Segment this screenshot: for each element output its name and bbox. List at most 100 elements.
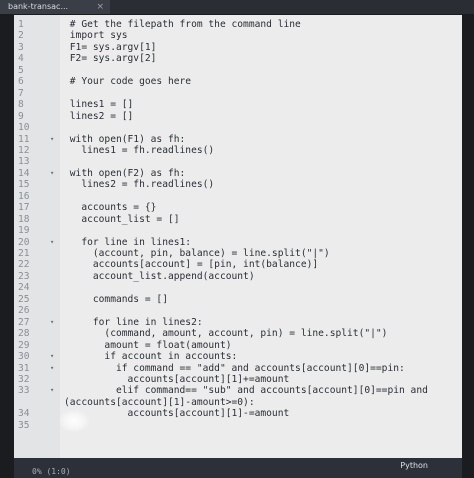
code-line[interactable]: 35 [14,420,462,431]
code-text: if command == "add" and accounts[account… [64,362,405,374]
line-number: 17 [18,202,30,214]
code-line[interactable]: 9 lines2 = [] [14,111,462,122]
line-number: 14 [18,167,30,179]
code-text: commands = [] [64,293,168,305]
fold-arrow-icon[interactable]: ▾ [50,385,54,396]
code-line[interactable]: 24 [14,282,462,293]
code-line[interactable]: 14 ▾ with open(F2) as fh: [14,168,462,179]
code-line[interactable]: 4 F2= sys.argv[2] [14,53,462,64]
code-text: (accounts[account][1]-amount>=0): [64,396,255,408]
code-line[interactable]: 23 account_list.append(account) [14,271,462,282]
code-line[interactable]: 30 ▾ if account in accounts: [14,351,462,362]
code-line[interactable]: 32 accounts[account][1]+=amount [14,374,462,385]
code-text: accounts[account] = [pin, int(balance)] [64,259,319,271]
tab-title: bank-transac... [8,2,69,11]
code-line[interactable]: 6 # Your code goes here [14,76,462,87]
code-line[interactable]: 34 accounts[account][1]-=amount [14,408,462,419]
tab-bank-transactions[interactable]: bank-transac... × [0,0,110,14]
fold-arrow-icon[interactable]: ▾ [50,351,54,362]
line-number: 10 [18,122,30,134]
line-number: 30 [18,351,30,363]
line-number: 35 [18,419,30,431]
code-line[interactable]: 31 ▾ if command == "add" and accounts[acc… [14,363,462,374]
code-line[interactable]: 17 accounts = {} [14,202,462,213]
code-text: accounts[account][1]-=amount [64,408,290,420]
cursor-position: 0% (1:0) [32,467,71,476]
code-line[interactable]: 2 import sys [14,30,462,41]
line-number: 20 [18,236,30,248]
line-number: 19 [18,225,30,237]
code-line[interactable]: 7 [14,88,462,99]
code-line[interactable]: 8 lines1 = [] [14,99,462,110]
line-number: 12 [18,144,30,156]
code-line[interactable]: 16 [14,191,462,202]
code-line[interactable]: 25 commands = [] [14,294,462,305]
code-text: for line in lines2: [64,316,203,328]
code-line[interactable]: 28 (command, amount, account, pin) = lin… [14,328,462,339]
code-line[interactable]: 27 ▾ for line in lines2: [14,317,462,328]
line-number: 6 [18,76,24,88]
line-number: 26 [18,305,30,317]
close-icon[interactable]: × [96,0,104,14]
code-text: account_list = [] [64,213,180,225]
line-number: 5 [18,64,24,76]
fold-arrow-icon[interactable]: ▾ [50,168,54,179]
code-line[interactable]: 18 account_list = [] [14,214,462,225]
code-text: import sys [64,30,128,42]
code-line[interactable]: 12 lines1 = fh.readlines() [14,145,462,156]
code-text: account_list.append(account) [64,270,255,282]
code-line[interactable]: 22 accounts[account] = [pin, int(balance… [14,259,462,270]
tab-bar: bank-transac... × [0,0,474,14]
line-number: 31 [18,362,30,374]
code-text: accounts[account][1]+=amount [64,373,290,385]
line-number: 22 [18,259,30,271]
language-mode[interactable]: Python [400,460,428,472]
code-line[interactable]: (accounts[account][1]-amount>=0): [14,397,462,408]
code-line[interactable]: 13 [14,156,462,167]
line-number: 29 [18,339,30,351]
line-number: 18 [18,213,30,225]
line-number: 24 [18,282,30,294]
code-line[interactable]: 11 ▾ with open(F1) as fh: [14,134,462,145]
fold-arrow-icon[interactable]: ▾ [50,237,54,248]
code-text: (account, pin, balance) = line.split("|"… [64,248,330,259]
line-number: 3 [18,41,24,53]
code-line[interactable]: 5 [14,65,462,76]
code-line[interactable]: 19 [14,225,462,236]
code-text: lines1 = fh.readlines() [64,144,215,156]
fold-arrow-icon[interactable]: ▾ [50,134,54,145]
code-text: elif command== "sub" and accounts[accoun… [64,385,428,397]
code-line[interactable]: 10 [14,122,462,133]
line-number: 25 [18,293,30,305]
code-text: # Get the filepath from the command line [64,19,301,30]
code-line[interactable]: 29 amount = float(amount) [14,340,462,351]
code-text: if account in accounts: [64,351,238,363]
code-text: accounts = {} [64,202,157,214]
line-number: 21 [18,248,30,259]
fold-arrow-icon[interactable]: ▾ [50,363,54,374]
code-text: with open(F1) as fh: [64,133,186,145]
line-number: 32 [18,373,30,385]
line-number: 16 [18,190,30,202]
code-text: (command, amount, account, pin) = line.s… [64,328,388,340]
code-line[interactable]: 33 ▾ elif command== "sub" and accounts[ac… [14,385,462,396]
code-line[interactable]: 1 # Get the filepath from the command li… [14,19,462,30]
code-line[interactable]: 3 F1= sys.argv[1] [14,42,462,53]
code-text: for line in lines1: [64,236,192,248]
code-line[interactable]: 20 ▾ for line in lines1: [14,237,462,248]
code-line[interactable]: 26 [14,305,462,316]
line-number: 13 [18,156,30,168]
line-number: 8 [18,99,24,111]
fold-arrow-icon[interactable]: ▾ [50,317,54,328]
code-text: lines2 = fh.readlines() [64,179,215,191]
code-text: with open(F2) as fh: [64,167,186,179]
line-number: 1 [18,19,24,30]
code-line[interactable]: 21 (account, pin, balance) = line.split(… [14,248,462,259]
line-number: 7 [18,87,24,99]
code-text: F2= sys.argv[2] [64,53,157,65]
code-text: lines1 = [] [64,99,134,111]
status-bar: 0% (1:0) Python [14,458,462,478]
code-text: amount = float(amount) [64,339,232,351]
code-editor[interactable]: 1 # Get the filepath from the command li… [14,15,462,458]
code-line[interactable]: 15 lines2 = fh.readlines() [14,179,462,190]
